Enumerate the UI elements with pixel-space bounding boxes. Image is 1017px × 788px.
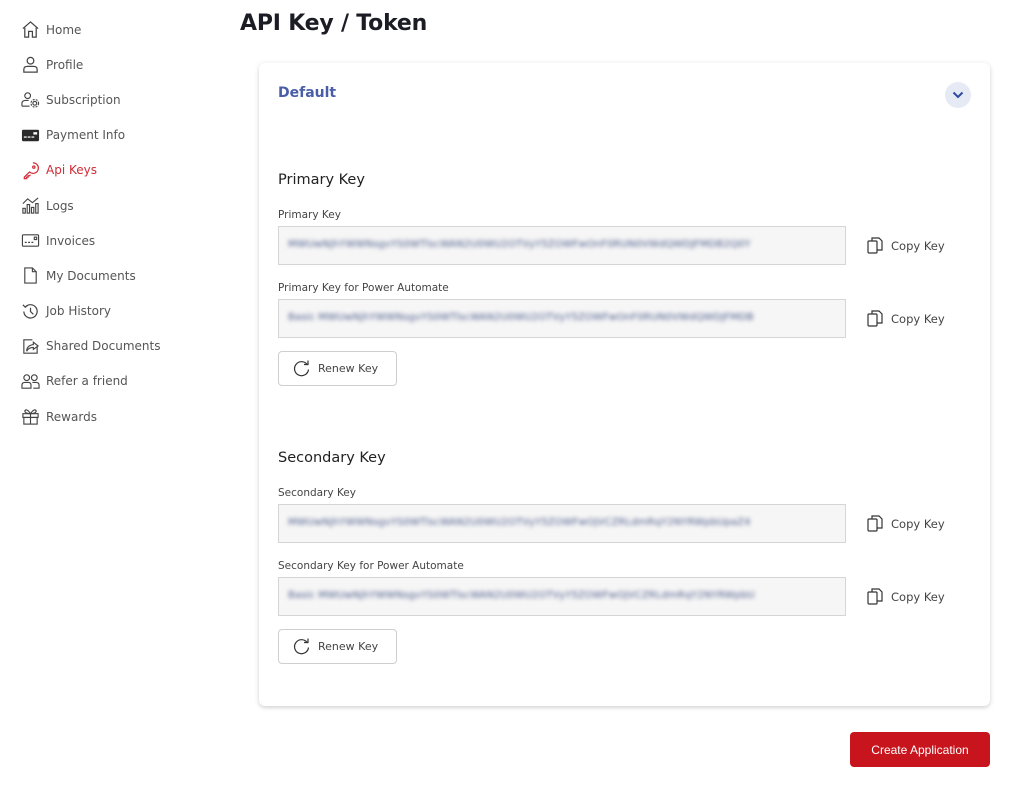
home-icon: [20, 20, 40, 40]
sidebar-item-home[interactable]: Home: [0, 12, 220, 47]
secondary-key-label: Secondary Key: [278, 487, 356, 499]
sidebar-item-rewards[interactable]: Rewards: [0, 399, 220, 434]
primary-pa-key-value: Basic MWUwNjhYWWNsgvYS0WTlscWAN2U0WU2OTV…: [288, 312, 754, 323]
credit-card-icon: [20, 125, 40, 145]
sidebar-item-api-keys[interactable]: Api Keys: [0, 153, 220, 188]
collapse-button[interactable]: [945, 82, 971, 108]
user-icon: [20, 55, 40, 75]
sidebar-item-refer-a-friend[interactable]: Refer a friend: [0, 364, 220, 399]
sidebar-item-label: Refer a friend: [46, 374, 128, 389]
user-gear-icon: [20, 90, 40, 110]
copy-secondary-pa-key-button[interactable]: Copy Key: [867, 588, 945, 605]
secondary-key-field[interactable]: MWUwNjhYWWNsgvYS0WTlscWAN2U0WU2OTVyY5ZOW…: [278, 504, 846, 543]
secondary-pa-key-field[interactable]: Basic MWUwNjhYWWNsgvYS0WTlscWAN2U0WU2OTV…: [278, 577, 846, 616]
sidebar-item-invoices[interactable]: Invoices: [0, 223, 220, 258]
secondary-key-value: MWUwNjhYWWNsgvYS0WTlscWAN2U0WU2OTVyY5ZOW…: [288, 517, 751, 528]
sidebar-item-profile[interactable]: Profile: [0, 47, 220, 82]
sidebar-item-label: Api Keys: [46, 163, 97, 178]
sidebar-item-label: Home: [46, 22, 82, 37]
refresh-icon: [293, 360, 310, 377]
primary-key-label: Primary Key: [278, 209, 341, 221]
renew-primary-key-button[interactable]: Renew Key: [278, 351, 397, 386]
chart-logs-icon: [20, 196, 40, 216]
history-icon: [20, 301, 40, 321]
sidebar-item-shared-documents[interactable]: Shared Documents: [0, 329, 220, 364]
copy-icon: [867, 515, 883, 532]
copy-icon: [867, 588, 883, 605]
sidebar-item-subscription[interactable]: Subscription: [0, 82, 220, 117]
renew-secondary-key-button[interactable]: Renew Key: [278, 629, 397, 664]
secondary-section-title: Secondary Key: [278, 450, 386, 466]
sidebar-item-label: Shared Documents: [46, 339, 161, 354]
copy-primary-key-button[interactable]: Copy Key: [867, 237, 945, 254]
share-icon: [20, 336, 40, 356]
copy-key-label: Copy Key: [891, 589, 945, 604]
card-header-title: Default: [278, 85, 337, 101]
document-icon: [20, 266, 40, 286]
sidebar-item-payment-info[interactable]: Payment Info: [0, 118, 220, 153]
copy-key-label: Copy Key: [891, 311, 945, 326]
primary-section-title: Primary Key: [278, 172, 365, 188]
primary-pa-key-label: Primary Key for Power Automate: [278, 282, 449, 294]
copy-primary-pa-key-button[interactable]: Copy Key: [867, 310, 945, 327]
sidebar-item-label: My Documents: [46, 268, 136, 283]
sidebar-item-label: Profile: [46, 57, 84, 72]
sidebar: Home Profile Subscription Payment Info A…: [0, 12, 220, 434]
refresh-icon: [293, 638, 310, 655]
sidebar-item-label: Subscription: [46, 92, 121, 107]
key-icon: [20, 160, 40, 180]
secondary-pa-key-value: Basic MWUwNjhYWWNsgvYS0WTlscWAN2U0WU2OTV…: [288, 590, 755, 601]
sidebar-item-label: Job History: [46, 304, 112, 319]
gift-icon: [20, 407, 40, 427]
renew-key-label: Renew Key: [318, 362, 379, 375]
renew-key-label: Renew Key: [318, 640, 379, 653]
sidebar-item-my-documents[interactable]: My Documents: [0, 258, 220, 293]
api-key-card: Default Primary Key Primary Key MWUwNjhY…: [259, 63, 990, 706]
users-icon: [20, 371, 40, 391]
sidebar-item-logs[interactable]: Logs: [0, 188, 220, 223]
invoice-icon: [20, 231, 40, 251]
sidebar-item-label: Logs: [46, 198, 74, 213]
primary-key-field[interactable]: MWUwNjhYWWNsgvYS0WTlscWAN2U0WU2OTVyY5ZOW…: [278, 226, 846, 265]
primary-key-value: MWUwNjhYWWNsgvYS0WTlscWAN2U0WU2OTVyY5ZOW…: [288, 239, 751, 250]
copy-key-label: Copy Key: [891, 238, 945, 253]
copy-key-label: Copy Key: [891, 516, 945, 531]
copy-icon: [867, 237, 883, 254]
create-application-button[interactable]: Create Application: [850, 732, 990, 767]
copy-icon: [867, 310, 883, 327]
sidebar-item-label: Invoices: [46, 233, 96, 248]
sidebar-item-label: Payment Info: [46, 128, 126, 143]
copy-secondary-key-button[interactable]: Copy Key: [867, 515, 945, 532]
secondary-pa-key-label: Secondary Key for Power Automate: [278, 560, 464, 572]
primary-pa-key-field[interactable]: Basic MWUwNjhYWWNsgvYS0WTlscWAN2U0WU2OTV…: [278, 299, 846, 338]
page-title: API Key / Token: [240, 11, 428, 36]
chevron-down-icon: [952, 91, 964, 99]
sidebar-item-label: Rewards: [46, 409, 97, 424]
sidebar-item-job-history[interactable]: Job History: [0, 294, 220, 329]
